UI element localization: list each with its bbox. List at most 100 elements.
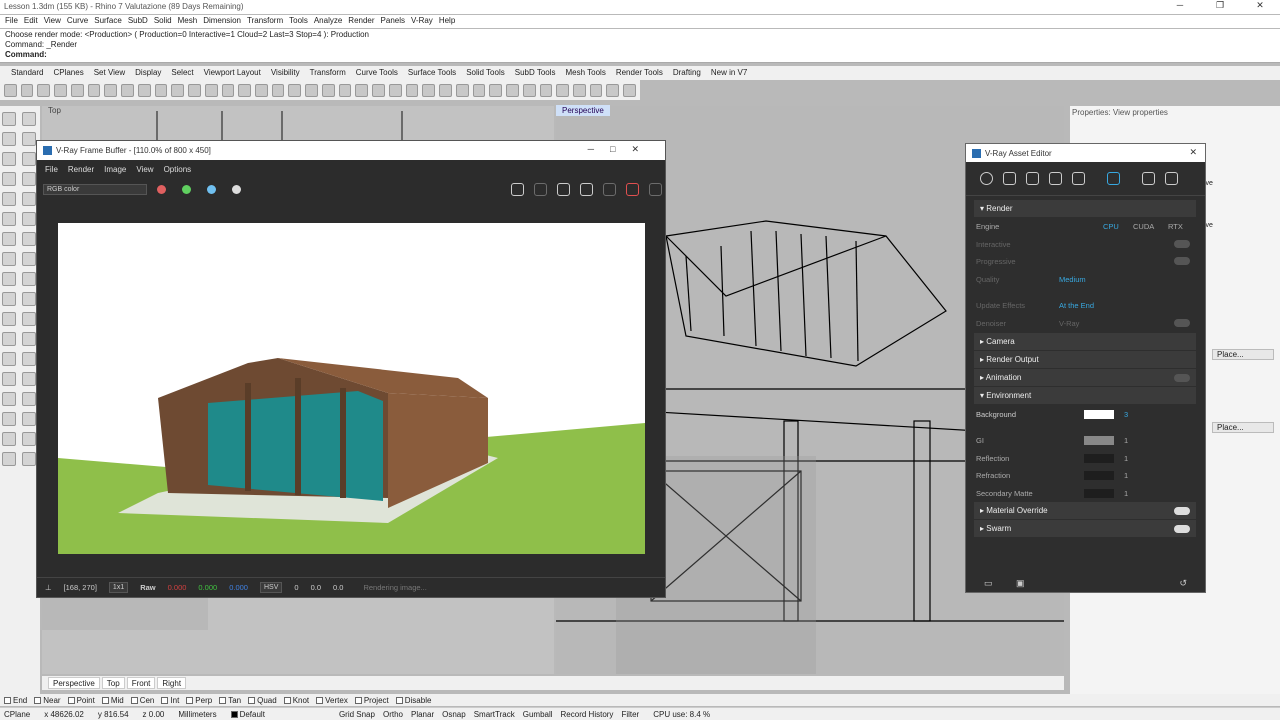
vfb-menu-item-3[interactable]: View [136, 165, 153, 174]
tool-icon[interactable] [288, 83, 302, 97]
tool-icon[interactable] [22, 232, 36, 246]
status-toggle-5[interactable]: Gumball [523, 710, 553, 719]
restore-icon[interactable]: ❐ [1200, 0, 1240, 14]
tool-icon[interactable] [22, 452, 36, 466]
tool-icon[interactable] [22, 132, 36, 146]
tool-icon[interactable] [20, 83, 34, 97]
tool-icon[interactable] [255, 83, 268, 97]
viewport-tab-3[interactable]: Right [157, 677, 187, 689]
refraction-swatch[interactable] [1084, 471, 1114, 480]
tool-icon[interactable] [2, 372, 16, 386]
blue-channel-icon[interactable] [207, 184, 216, 194]
start-render-icon[interactable] [649, 182, 662, 196]
tool-icon[interactable] [22, 212, 36, 226]
vfb-menu-item-0[interactable]: File [45, 165, 58, 174]
osnap-10[interactable]: Vertex [316, 696, 348, 705]
save-icon[interactable]: ▣ [1016, 578, 1025, 589]
tool-icon[interactable] [439, 83, 452, 97]
red-channel-icon[interactable] [157, 184, 166, 194]
viewport-tab-2[interactable]: Front [126, 677, 156, 689]
section-animation[interactable]: ▸ Animation [974, 369, 1196, 386]
tool-icon[interactable] [2, 312, 16, 326]
osnap-0[interactable]: End [4, 696, 27, 705]
background-swatch[interactable] [1084, 410, 1114, 419]
frame-buffer-icon[interactable] [1165, 172, 1178, 185]
toolbar-tab-7[interactable]: Transform [305, 66, 351, 80]
vfb-menu-item-2[interactable]: Image [104, 165, 126, 174]
tool-icon[interactable] [2, 252, 16, 266]
tool-icon[interactable] [137, 83, 151, 97]
tool-icon[interactable] [87, 83, 101, 97]
tool-icon[interactable] [2, 132, 16, 146]
tool-icon[interactable] [22, 432, 36, 446]
interactive-toggle[interactable] [1174, 240, 1190, 248]
toolbar-tab-14[interactable]: Drafting [668, 66, 706, 80]
engine-rtx[interactable]: RTX [1168, 222, 1183, 231]
menu-item-11[interactable]: Analyze [313, 15, 347, 28]
tool-icon[interactable] [372, 83, 385, 97]
tool-icon[interactable] [606, 83, 620, 97]
tool-icon[interactable] [2, 292, 16, 306]
tool-icon[interactable] [2, 152, 16, 166]
settings-icon[interactable] [1107, 172, 1120, 185]
viewport-tab-1[interactable]: Top [101, 677, 125, 689]
tool-icon[interactable] [22, 352, 36, 366]
toolbar-tab-9[interactable]: Surface Tools [403, 66, 461, 80]
reset-icon[interactable]: ↺ [1179, 578, 1187, 589]
tool-icon[interactable] [188, 83, 201, 97]
tool-icon[interactable] [2, 452, 16, 466]
tool-icon[interactable] [104, 83, 118, 97]
tool-icon[interactable] [22, 412, 36, 426]
denoiser-toggle[interactable] [1174, 319, 1190, 327]
status-toggle-1[interactable]: Ortho [383, 710, 403, 719]
background-intensity[interactable]: 3 [1124, 410, 1128, 419]
tool-icon[interactable] [22, 272, 36, 286]
osnap-9[interactable]: Knot [283, 696, 309, 705]
osnap-4[interactable]: Cen [130, 696, 154, 705]
tool-icon[interactable] [22, 312, 36, 326]
tool-icon[interactable] [221, 83, 235, 97]
menu-item-9[interactable]: Transform [246, 15, 288, 28]
layers-icon[interactable] [1049, 172, 1062, 185]
osnap-1[interactable]: Near [34, 696, 61, 705]
engine-cpu[interactable]: CPU [1103, 222, 1119, 231]
tool-icon[interactable] [2, 272, 16, 286]
tool-icon[interactable] [338, 83, 352, 97]
tool-icon[interactable] [22, 252, 36, 266]
tool-icon[interactable] [22, 332, 36, 346]
tool-icon[interactable] [204, 83, 218, 97]
tool-icon[interactable] [154, 83, 168, 97]
vfb-menu-item-4[interactable]: Options [164, 165, 192, 174]
gi-swatch[interactable] [1084, 436, 1114, 445]
toolbar-tab-3[interactable]: Display [130, 66, 166, 80]
menu-item-3[interactable]: Curve [66, 15, 93, 28]
tool-icon[interactable] [22, 392, 36, 406]
menu-item-5[interactable]: SubD [127, 15, 153, 28]
units[interactable]: Millimeters [178, 710, 216, 719]
menu-item-4[interactable]: Surface [93, 15, 127, 28]
green-channel-icon[interactable] [182, 184, 191, 194]
tool-icon[interactable] [54, 83, 67, 97]
tool-icon[interactable] [472, 83, 486, 97]
toolbar-tab-6[interactable]: Visibility [266, 66, 305, 80]
region-render-icon[interactable] [557, 182, 570, 196]
tool-icon[interactable] [37, 83, 51, 97]
tool-icon[interactable] [506, 83, 519, 97]
status-toggle-2[interactable]: Planar [411, 710, 434, 719]
tool-icon[interactable] [355, 83, 369, 97]
tool-icon[interactable] [589, 83, 603, 97]
compare-icon[interactable] [534, 182, 547, 196]
channel-select[interactable]: RGB color [43, 183, 147, 195]
status-toggle-4[interactable]: SmartTrack [474, 710, 515, 719]
menu-item-12[interactable]: Render [347, 15, 379, 28]
tool-icon[interactable] [556, 83, 569, 97]
tool-icon[interactable] [2, 212, 16, 226]
toolbar-tab-10[interactable]: Solid Tools [461, 66, 510, 80]
denoiser-value[interactable]: V-Ray [1059, 319, 1079, 328]
quality-value[interactable]: Medium [1059, 275, 1086, 284]
tool-icon[interactable] [22, 172, 36, 186]
place-button-2[interactable]: Place... [1212, 422, 1274, 433]
save-image-icon[interactable] [511, 182, 524, 196]
update-effects-value[interactable]: At the End [1059, 301, 1094, 310]
status-toggle-0[interactable]: Grid Snap [339, 710, 375, 719]
